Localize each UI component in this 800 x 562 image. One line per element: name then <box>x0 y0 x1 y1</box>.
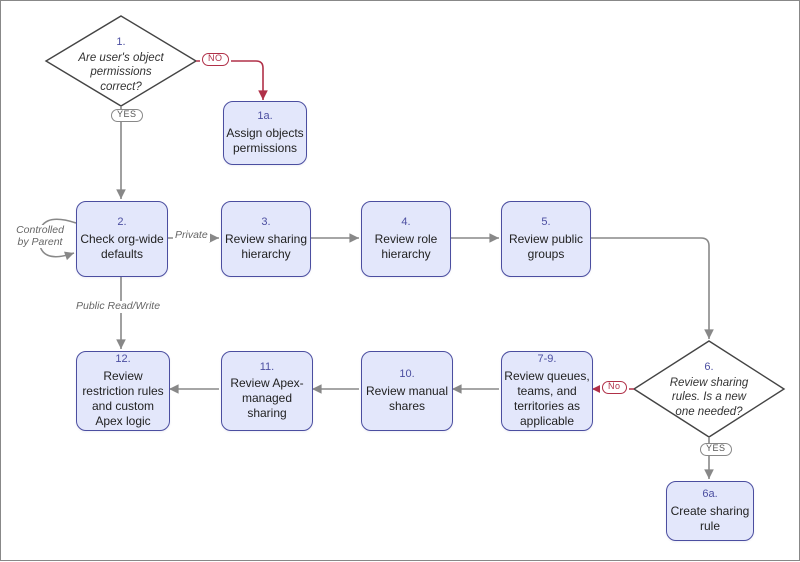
flowchart-edges <box>1 1 800 562</box>
process-4: 4. Review role hierarchy <box>361 201 451 277</box>
edge-yes-6: YES <box>698 443 734 456</box>
flowchart-canvas: 1. Are user's object permissions correct… <box>0 0 800 561</box>
edge-private: Private <box>173 230 210 242</box>
process-3: 3. Review sharing hierarchy <box>221 201 311 277</box>
edge-yes-1: YES <box>109 109 145 122</box>
process-5: 5. Review public groups <box>501 201 591 277</box>
edge-no-1: NO <box>200 53 231 66</box>
edge-no-6: No <box>600 381 629 394</box>
process-2: 2. Check org-wide defaults <box>76 201 168 277</box>
process-1a: 1a. Assign objects permissions <box>223 101 307 165</box>
process-7-9: 7-9. Review queues, teams, and territori… <box>501 351 593 431</box>
process-6a: 6a. Create sharing rule <box>666 481 754 541</box>
process-10: 10. Review manual shares <box>361 351 453 431</box>
decision-1: 1. Are user's object permissions correct… <box>73 36 169 94</box>
edge-controlled: Controlled by Parent <box>9 225 71 248</box>
edge-publicrw: Public Read/Write <box>74 301 162 313</box>
process-11: 11. Review Apex-managed sharing <box>221 351 313 431</box>
decision-6-shape <box>634 341 784 437</box>
decision-1-shape <box>46 16 196 106</box>
process-12: 12. Review restriction rules and custom … <box>76 351 170 431</box>
decision-6: 6. Review sharing rules. Is a new one ne… <box>661 361 757 419</box>
